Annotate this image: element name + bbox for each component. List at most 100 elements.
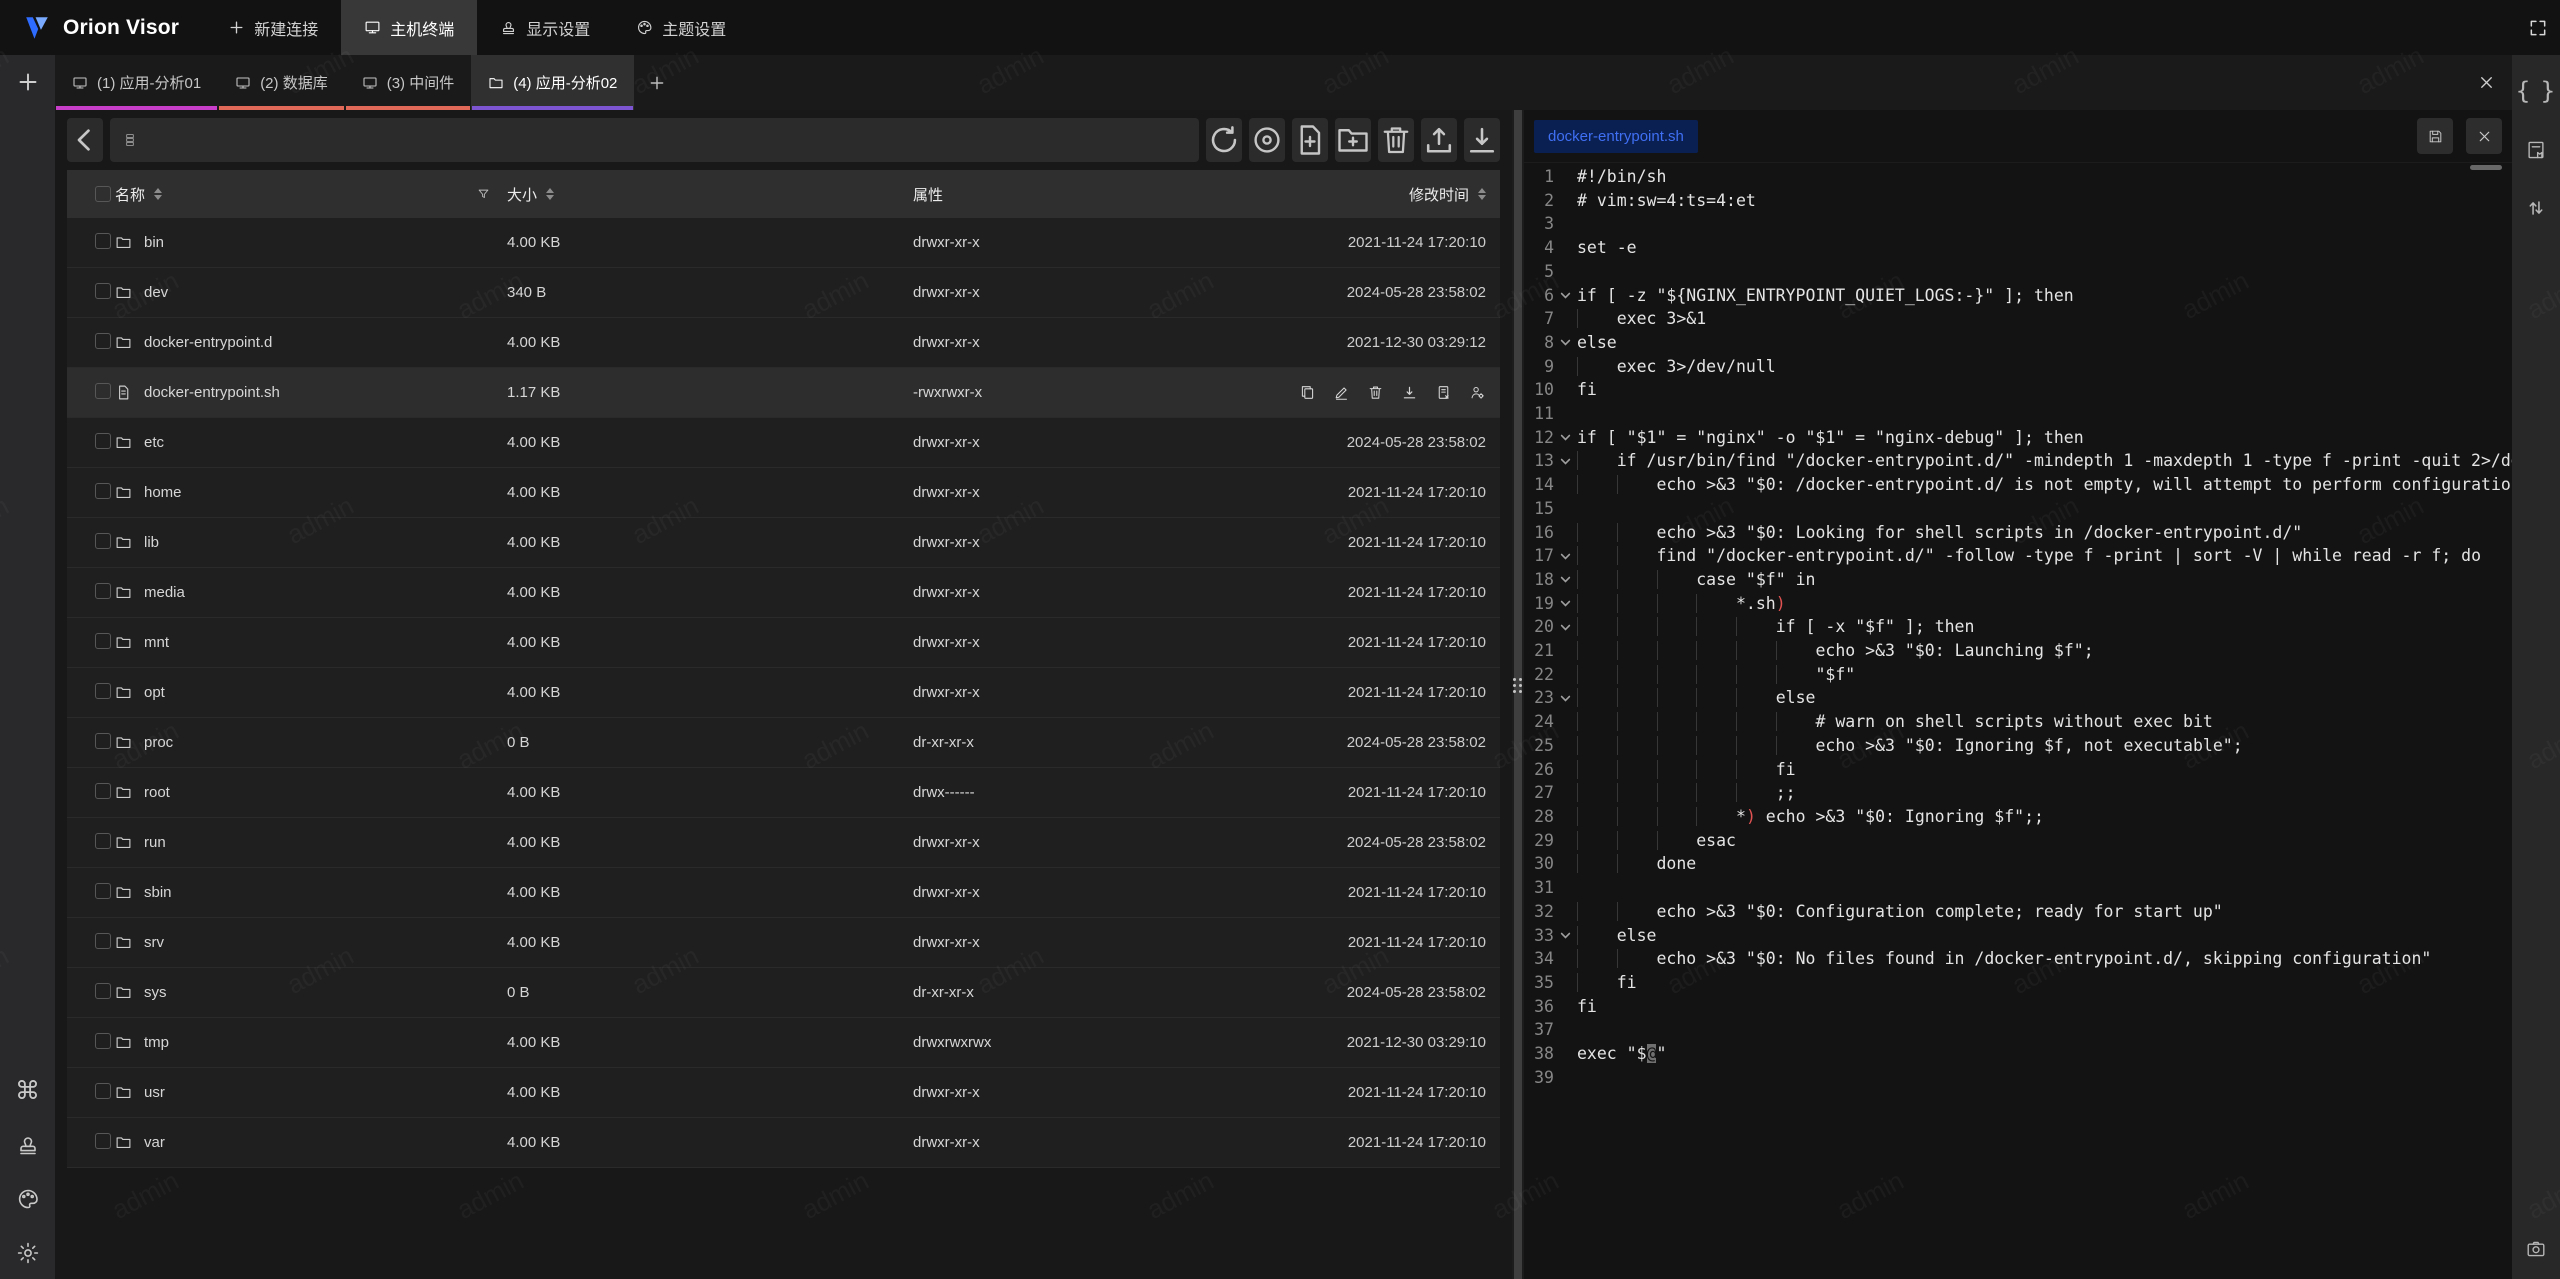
code-line[interactable]: 9 exec 3>/dev/null bbox=[1524, 355, 2512, 379]
code-line[interactable]: 38exec "$@" bbox=[1524, 1042, 2512, 1066]
fold-chevron-icon[interactable] bbox=[1554, 592, 1577, 616]
fold-chevron-icon[interactable] bbox=[1554, 924, 1577, 948]
row-checkbox[interactable] bbox=[95, 1083, 111, 1099]
splitter-handle-icon[interactable] bbox=[1513, 678, 1523, 694]
code-line[interactable]: 31 bbox=[1524, 876, 2512, 900]
refresh-button[interactable] bbox=[1206, 118, 1242, 162]
fold-chevron-icon[interactable] bbox=[1554, 426, 1577, 450]
file-row[interactable]: sbin4.00 KBdrwxr-xr-x2021-11-24 17:20:10 bbox=[67, 868, 1500, 918]
code-line[interactable]: 13 if /usr/bin/find "/docker-entrypoint.… bbox=[1524, 449, 2512, 473]
terminal-tab-4[interactable]: (4) 应用-分析02 bbox=[471, 55, 634, 110]
terminal-tab-1[interactable]: (1) 应用-分析01 bbox=[55, 55, 218, 110]
file-row[interactable]: tmp4.00 KBdrwxrwxrwx2021-12-30 03:29:10 bbox=[67, 1018, 1500, 1068]
sidebar-palette-button[interactable] bbox=[16, 1187, 40, 1211]
code-line[interactable]: 29 esac bbox=[1524, 829, 2512, 853]
editor-file-tab[interactable]: docker-entrypoint.sh bbox=[1534, 120, 1698, 153]
row-checkbox[interactable] bbox=[95, 983, 111, 999]
row-checkbox[interactable] bbox=[95, 583, 111, 599]
row-checkbox[interactable] bbox=[95, 933, 111, 949]
file-row[interactable]: var4.00 KBdrwxr-xr-x2021-11-24 17:20:10 bbox=[67, 1118, 1500, 1168]
column-header-1[interactable]: 名称 bbox=[115, 184, 507, 205]
code-line[interactable]: 39 bbox=[1524, 1066, 2512, 1090]
select-all-checkbox[interactable] bbox=[95, 186, 111, 202]
code-line[interactable]: 36fi bbox=[1524, 995, 2512, 1019]
row-checkbox[interactable] bbox=[95, 483, 111, 499]
close-panel-icon[interactable] bbox=[2477, 55, 2496, 110]
file-row[interactable]: lib4.00 KBdrwxr-xr-x2021-11-24 17:20:10 bbox=[67, 518, 1500, 568]
sort-carets-icon[interactable] bbox=[154, 188, 162, 200]
back-button[interactable] bbox=[67, 118, 103, 162]
fold-chevron-icon[interactable] bbox=[1554, 544, 1577, 568]
file-row[interactable]: srv4.00 KBdrwxr-xr-x2021-11-24 17:20:10 bbox=[67, 918, 1500, 968]
code-line[interactable]: 15 bbox=[1524, 497, 2512, 521]
code-line[interactable]: 16 echo >&3 "$0: Looking for shell scrip… bbox=[1524, 521, 2512, 545]
path-list-icon[interactable] bbox=[122, 132, 138, 148]
file-row[interactable]: media4.00 KBdrwxr-xr-x2021-11-24 17:20:1… bbox=[67, 568, 1500, 618]
code-line[interactable]: 11 bbox=[1524, 402, 2512, 426]
code-line[interactable]: 2# vim:sw=4:ts=4:et bbox=[1524, 189, 2512, 213]
sort-carets-icon[interactable] bbox=[546, 188, 554, 200]
code-line[interactable]: 34 echo >&3 "$0: No files found in /dock… bbox=[1524, 947, 2512, 971]
filter-icon[interactable] bbox=[476, 187, 491, 202]
code-line[interactable]: 7 exec 3>&1 bbox=[1524, 307, 2512, 331]
sidebar-command-button[interactable]: ⌘ bbox=[15, 1078, 40, 1103]
code-line[interactable]: 35 fi bbox=[1524, 971, 2512, 995]
brand[interactable]: Orion Visor bbox=[0, 0, 205, 55]
code-line[interactable]: 26 fi bbox=[1524, 758, 2512, 782]
row-checkbox[interactable] bbox=[95, 433, 111, 449]
sidebar-stamp-button[interactable] bbox=[16, 1133, 40, 1157]
fullscreen-icon[interactable] bbox=[2528, 0, 2548, 55]
sidebar-settings-button[interactable] bbox=[16, 1241, 40, 1265]
file-row[interactable]: bin4.00 KBdrwxr-xr-x2021-11-24 17:20:10 bbox=[67, 218, 1500, 268]
code-line[interactable]: 17 find "/docker-entrypoint.d/" -follow … bbox=[1524, 544, 2512, 568]
fold-chevron-icon[interactable] bbox=[1554, 568, 1577, 592]
fold-chevron-icon[interactable] bbox=[1554, 615, 1577, 639]
code-line[interactable]: 1#!/bin/sh bbox=[1524, 165, 2512, 189]
fold-chevron-icon[interactable] bbox=[1554, 284, 1577, 308]
code-line[interactable]: 24 # warn on shell scripts without exec … bbox=[1524, 710, 2512, 734]
new-file-button[interactable] bbox=[1292, 118, 1328, 162]
code-line[interactable]: 21 echo >&3 "$0: Launching $f"; bbox=[1524, 639, 2512, 663]
column-header-3[interactable]: 属性 bbox=[913, 184, 1273, 205]
code-line[interactable]: 19 *.sh) bbox=[1524, 592, 2512, 616]
code-editor[interactable]: 1#!/bin/sh2# vim:sw=4:ts=4:et34set -e56i… bbox=[1524, 162, 2512, 1279]
navbar-item-1[interactable]: 新建连接 bbox=[205, 0, 341, 55]
copy-button[interactable] bbox=[1299, 384, 1316, 401]
fold-chevron-icon[interactable] bbox=[1554, 686, 1577, 710]
code-line[interactable]: 3 bbox=[1524, 212, 2512, 236]
sort-carets-icon[interactable] bbox=[1478, 188, 1486, 200]
path-input[interactable] bbox=[147, 132, 1187, 149]
row-checkbox[interactable] bbox=[95, 383, 111, 399]
circle-dot-button[interactable] bbox=[1249, 118, 1285, 162]
code-line[interactable]: 28 *) echo >&3 "$0: Ignoring $f";; bbox=[1524, 805, 2512, 829]
fold-chevron-icon[interactable] bbox=[1554, 331, 1577, 355]
truncate-button[interactable] bbox=[1435, 384, 1452, 401]
row-checkbox[interactable] bbox=[95, 633, 111, 649]
code-line[interactable]: 6if [ -z "${NGINX_ENTRYPOINT_QUIET_LOGS:… bbox=[1524, 284, 2512, 308]
upload-button[interactable] bbox=[1421, 118, 1457, 162]
code-line[interactable]: 32 echo >&3 "$0: Configuration complete;… bbox=[1524, 900, 2512, 924]
trash-button[interactable] bbox=[1367, 384, 1384, 401]
column-header-4[interactable]: 修改时间 bbox=[1273, 184, 1500, 205]
navbar-item-4[interactable]: 主题设置 bbox=[613, 0, 749, 55]
code-line[interactable]: 12if [ "$1" = "nginx" -o "$1" = "nginx-d… bbox=[1524, 426, 2512, 450]
row-checkbox[interactable] bbox=[95, 833, 111, 849]
code-line[interactable]: 33 else bbox=[1524, 924, 2512, 948]
file-bookmark-button[interactable] bbox=[2525, 139, 2547, 161]
file-row[interactable]: proc0 Bdr-xr-xr-x2024-05-28 23:58:02 bbox=[67, 718, 1500, 768]
download-button[interactable] bbox=[1464, 118, 1500, 162]
swap-vertical-button[interactable] bbox=[2525, 197, 2547, 219]
file-row[interactable]: sys0 Bdr-xr-xr-x2024-05-28 23:58:02 bbox=[67, 968, 1500, 1018]
file-row[interactable]: home4.00 KBdrwxr-xr-x2021-11-24 17:20:10 bbox=[67, 468, 1500, 518]
row-checkbox[interactable] bbox=[95, 533, 111, 549]
file-row[interactable]: root4.00 KBdrwx------2021-11-24 17:20:10 bbox=[67, 768, 1500, 818]
edit-button[interactable] bbox=[1333, 384, 1350, 401]
row-checkbox[interactable] bbox=[95, 783, 111, 799]
file-row[interactable]: etc4.00 KBdrwxr-xr-x2024-05-28 23:58:02 bbox=[67, 418, 1500, 468]
save-button[interactable] bbox=[2417, 118, 2453, 154]
file-row[interactable]: docker-entrypoint.d4.00 KBdrwxr-xr-x2021… bbox=[67, 318, 1500, 368]
row-checkbox[interactable] bbox=[95, 1133, 111, 1149]
file-row[interactable]: dev340 Bdrwxr-xr-x2024-05-28 23:58:02 bbox=[67, 268, 1500, 318]
code-line[interactable]: 8else bbox=[1524, 331, 2512, 355]
sidebar-plus-button[interactable] bbox=[16, 70, 40, 94]
